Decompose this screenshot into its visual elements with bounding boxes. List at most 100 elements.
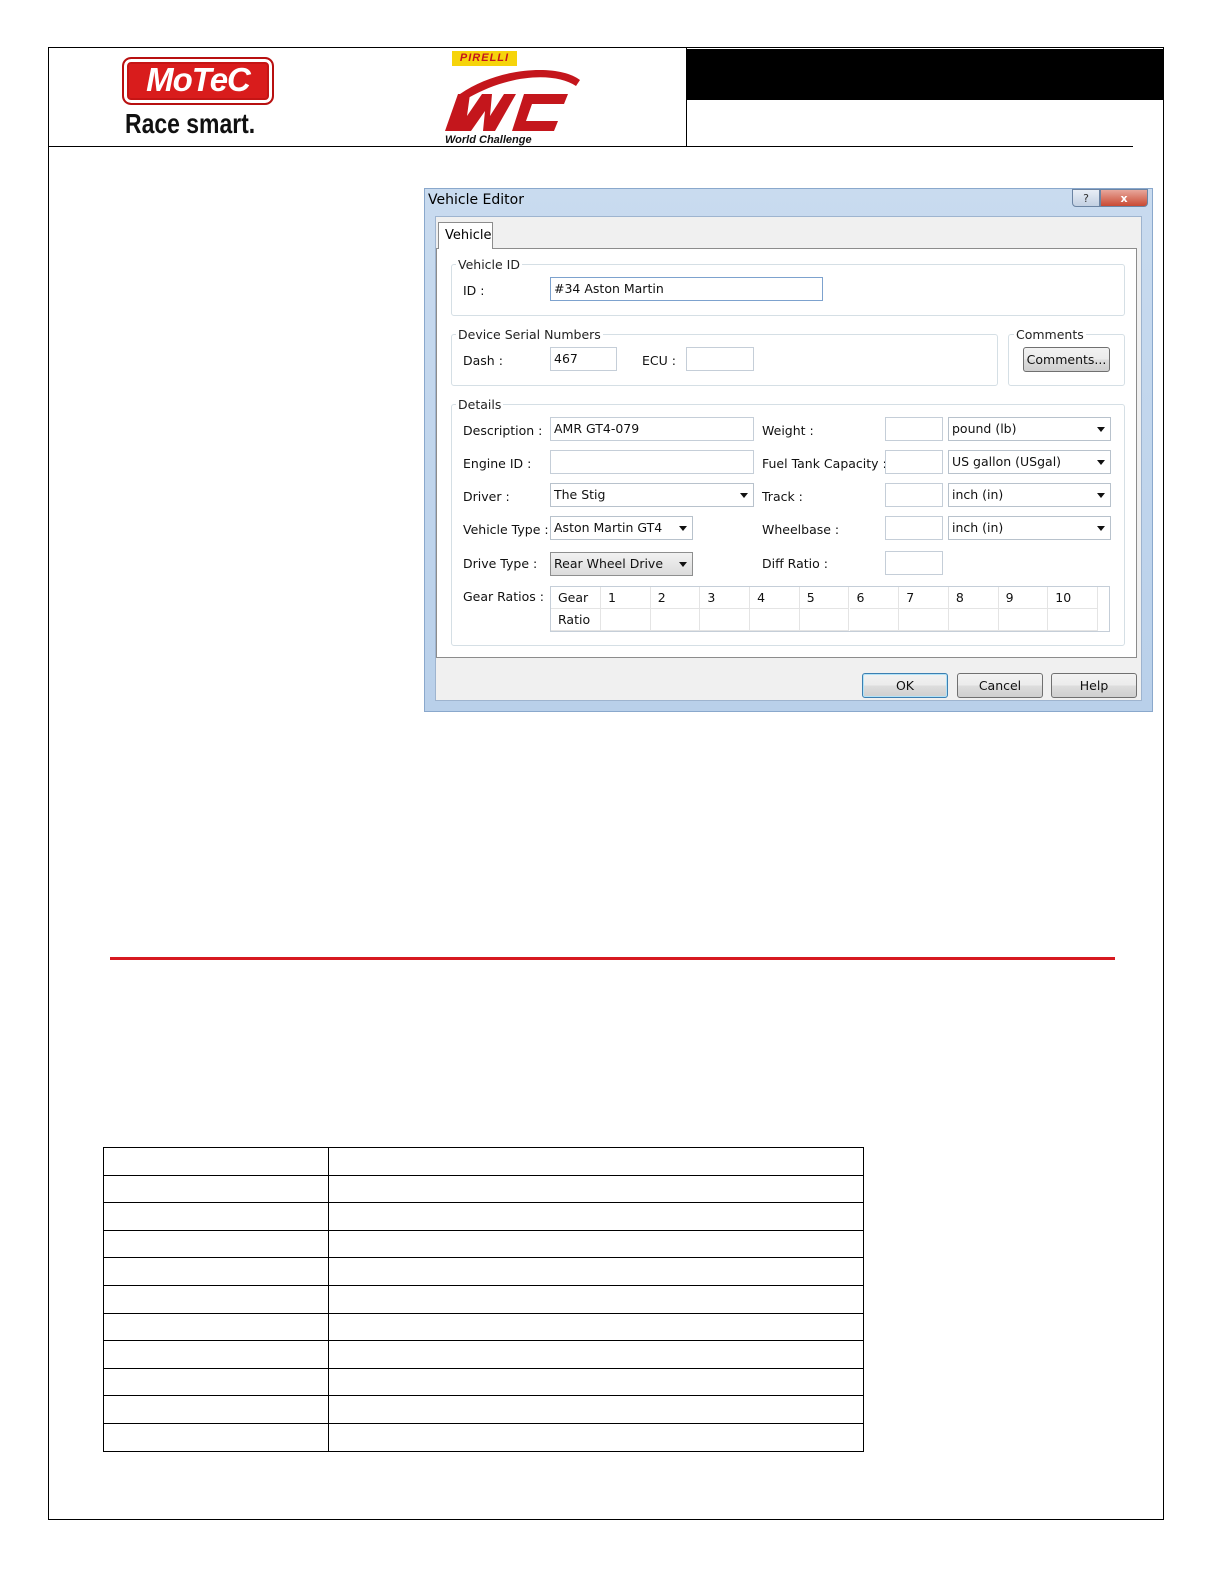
gear-grid-column-header: 9 [998,587,1049,609]
table-cell [103,1229,329,1259]
comments-button[interactable]: Comments... [1023,347,1110,372]
help-icon[interactable]: ? [1072,189,1100,207]
driver-select[interactable]: The Stig [550,483,754,507]
wheelbase-unit-value: inch (in) [952,520,1004,535]
table-cell [328,1202,864,1231]
gear-ratio-cell[interactable] [948,609,999,631]
table-cell [103,1422,329,1452]
description-input[interactable]: AMR GT4-079 [550,417,754,441]
chevron-down-icon [1097,493,1105,498]
table-cell [103,1202,329,1231]
gear-grid-row-header: Ratio [551,609,601,631]
vehicle-type-select-value: Aston Martin GT4 [554,520,663,535]
header-rule [48,146,1133,147]
gear-ratio-cell[interactable] [899,609,949,631]
table-row [103,1174,864,1204]
vehicle-id-group-label: Vehicle ID [456,257,522,272]
table-cell [103,1395,329,1424]
diff-ratio-input[interactable] [885,551,943,575]
table-cell [103,1147,329,1176]
close-icon[interactable]: x [1100,189,1148,207]
ok-button[interactable]: OK [862,673,948,698]
table-row [103,1422,864,1452]
dash-serial-input[interactable]: 467 [550,347,617,371]
vehicle-type-select[interactable]: Aston Martin GT4 [550,516,693,540]
diff-ratio-label: Diff Ratio : [762,556,828,571]
gear-ratio-cell[interactable] [849,609,900,631]
motec-logo-text: MoTeC [146,61,251,98]
world-challenge-logo [445,69,580,131]
gear-ratio-cell[interactable] [750,609,800,631]
help-button[interactable]: Help [1051,673,1137,698]
gear-grid-column-header: 10 [1048,587,1098,609]
serial-numbers-group-label: Device Serial Numbers [456,327,603,342]
motec-tagline: Race smart. [125,108,256,139]
track-input[interactable] [885,483,943,507]
blank-table [103,1147,864,1452]
track-label: Track : [762,489,803,504]
gear-ratio-cell[interactable] [601,609,651,631]
chevron-down-icon [1097,460,1105,465]
world-challenge-text: World Challenge [445,134,532,146]
table-cell [328,1422,864,1452]
table-cell [328,1284,864,1314]
gear-ratio-cell[interactable] [700,609,751,631]
gear-ratio-cell[interactable] [1048,609,1098,631]
table-cell [328,1312,864,1342]
table-row [103,1395,864,1424]
table-cell [328,1367,864,1397]
weight-unit-select[interactable]: pound (lb) [948,417,1111,441]
wheelbase-unit-select[interactable]: inch (in) [948,516,1111,540]
comments-group-label: Comments [1014,327,1086,342]
id-input[interactable]: #34 Aston Martin [550,277,823,301]
table-cell [328,1147,864,1176]
wheelbase-input[interactable] [885,516,943,540]
gear-grid-column-header: 7 [899,587,949,609]
track-unit-value: inch (in) [952,487,1004,502]
gear-grid-column-header: 4 [750,587,800,609]
table-cell [103,1174,329,1204]
ecu-serial-input[interactable] [686,347,754,371]
gear-grid-column-header: 6 [849,587,900,609]
drive-type-label: Drive Type : [463,556,538,571]
weight-label: Weight : [762,423,814,438]
gear-ratio-cell[interactable] [998,609,1049,631]
header-black-bar [686,49,1164,100]
gear-ratios-label: Gear Ratios : [463,589,544,604]
chevron-down-icon [679,562,687,567]
table-cell [103,1284,329,1314]
vehicle-type-label: Vehicle Type : [463,522,549,537]
weight-input[interactable] [885,417,943,441]
header-divider [686,47,687,147]
gear-grid-column-header: 5 [799,587,850,609]
gear-ratio-grid[interactable]: Gear 1 2 3 4 5 6 7 8 9 10 Ratio [550,586,1110,632]
gear-ratio-cell[interactable] [650,609,701,631]
chevron-down-icon [1097,526,1105,531]
gear-grid-row-header: Gear [551,587,601,609]
gear-ratio-cell[interactable] [799,609,850,631]
track-unit-select[interactable]: inch (in) [948,483,1111,507]
driver-select-value: The Stig [554,487,606,502]
table-cell [103,1340,329,1369]
dialog-title: Vehicle Editor [428,192,524,208]
table-cell [103,1257,329,1286]
fuel-tank-unit-select[interactable]: US gallon (USgal) [948,450,1111,474]
drive-type-select[interactable]: Rear Wheel Drive [550,552,693,576]
table-row [103,1312,864,1342]
engine-id-input[interactable] [550,450,754,474]
drive-type-select-value: Rear Wheel Drive [554,556,664,571]
gear-grid-column-header: 2 [650,587,701,609]
chevron-down-icon [740,493,748,498]
table-cell [328,1395,864,1424]
cancel-button[interactable]: Cancel [957,673,1043,698]
description-label: Description : [463,423,543,438]
table-row [103,1202,864,1231]
chevron-down-icon [1097,427,1105,432]
dash-label: Dash : [463,353,503,368]
details-group-label: Details [456,397,504,412]
fuel-tank-unit-value: US gallon (USgal) [952,454,1062,469]
table-row [103,1257,864,1286]
fuel-tank-input[interactable] [885,450,943,474]
table-cell [328,1229,864,1259]
tab-vehicle[interactable]: Vehicle [438,222,493,249]
